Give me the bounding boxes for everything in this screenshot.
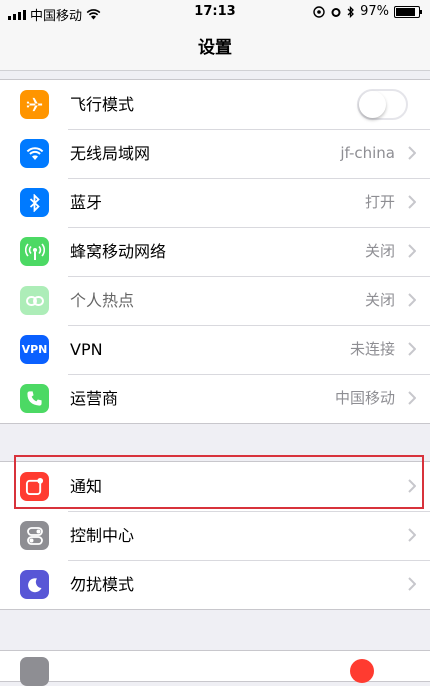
chevron-right-icon	[408, 342, 416, 356]
settings-row-label: 控制中心	[70, 526, 135, 545]
settings-row-label: 勿扰模式	[70, 575, 135, 594]
alarm-icon	[331, 7, 341, 17]
settings-group-system: 通知 控制中心 勿扰模式	[0, 461, 430, 610]
bluetooth-status-icon	[347, 5, 355, 18]
settings-row-value: 未连接	[349, 340, 395, 358]
cellular-icon	[20, 237, 49, 266]
settings-row-label: 飞行模式	[70, 95, 135, 114]
settings-row-personal-hotspot[interactable]: 个人热点 关闭	[0, 276, 430, 325]
page-title: 设置	[0, 26, 430, 71]
chevron-right-icon	[408, 146, 416, 160]
chevron-right-icon	[408, 195, 416, 209]
chevron-right-icon	[408, 528, 416, 542]
settings-row-value: jf-china	[340, 144, 395, 162]
settings-row-airplane-mode: 飞行模式	[0, 80, 430, 129]
chevron-right-icon	[408, 577, 416, 591]
settings-row-value: 中国移动	[334, 389, 395, 407]
battery-percent: 97%	[360, 4, 389, 19]
settings-row-label: 个人热点	[70, 291, 135, 310]
wifi-icon	[20, 139, 49, 168]
settings-row-control-center[interactable]: 控制中心	[0, 511, 430, 560]
airplane-mode-toggle[interactable]	[357, 89, 408, 120]
settings-group-connectivity: 飞行模式 无线局域网 jf-china 蓝牙 打开 蜂窝移动网络 关闭 个人热点…	[0, 79, 430, 424]
settings-row-label: 蜂窝移动网络	[70, 242, 167, 261]
toggle-knob	[359, 91, 386, 118]
hotspot-icon	[20, 286, 49, 315]
settings-group-next	[0, 650, 430, 686]
settings-row-value: 关闭	[364, 291, 395, 309]
location-lock-icon	[313, 5, 325, 18]
settings-row-vpn[interactable]: VPN VPN 未连接	[0, 325, 430, 374]
settings-row-label: 运营商	[70, 389, 119, 408]
notifications-icon	[20, 472, 49, 501]
chevron-right-icon	[408, 391, 416, 405]
settings-row-cellular[interactable]: 蜂窝移动网络 关闭	[0, 227, 430, 276]
settings-row-do-not-disturb[interactable]: 勿扰模式	[0, 560, 430, 609]
battery-icon	[394, 5, 422, 18]
vpn-icon-text: VPN	[21, 343, 48, 356]
settings-row-notifications[interactable]: 通知	[0, 462, 430, 511]
chevron-right-icon	[408, 479, 416, 493]
settings-row-label: 蓝牙	[70, 193, 103, 212]
settings-row-label: 无线局域网	[70, 144, 151, 163]
airplane-icon	[20, 90, 49, 119]
phone-icon	[20, 384, 49, 413]
settings-row-wifi[interactable]: 无线局域网 jf-china	[0, 129, 430, 178]
settings-row-bluetooth[interactable]: 蓝牙 打开	[0, 178, 430, 227]
bluetooth-icon	[20, 188, 49, 217]
chevron-right-icon	[408, 244, 416, 258]
moon-icon	[20, 570, 49, 599]
general-icon	[20, 657, 49, 686]
notification-badge	[350, 659, 374, 683]
settings-row-value: 打开	[364, 193, 395, 211]
chevron-right-icon	[408, 293, 416, 307]
settings-row-value: 关闭	[364, 242, 395, 260]
status-bar: 中国移动 17:13 97%	[0, 0, 430, 26]
settings-row-label: 通知	[70, 477, 103, 496]
settings-row-label: VPN	[70, 340, 103, 359]
settings-row-carrier[interactable]: 运营商 中国移动	[0, 374, 430, 423]
control-center-icon	[20, 521, 49, 550]
vpn-icon: VPN	[20, 335, 49, 364]
